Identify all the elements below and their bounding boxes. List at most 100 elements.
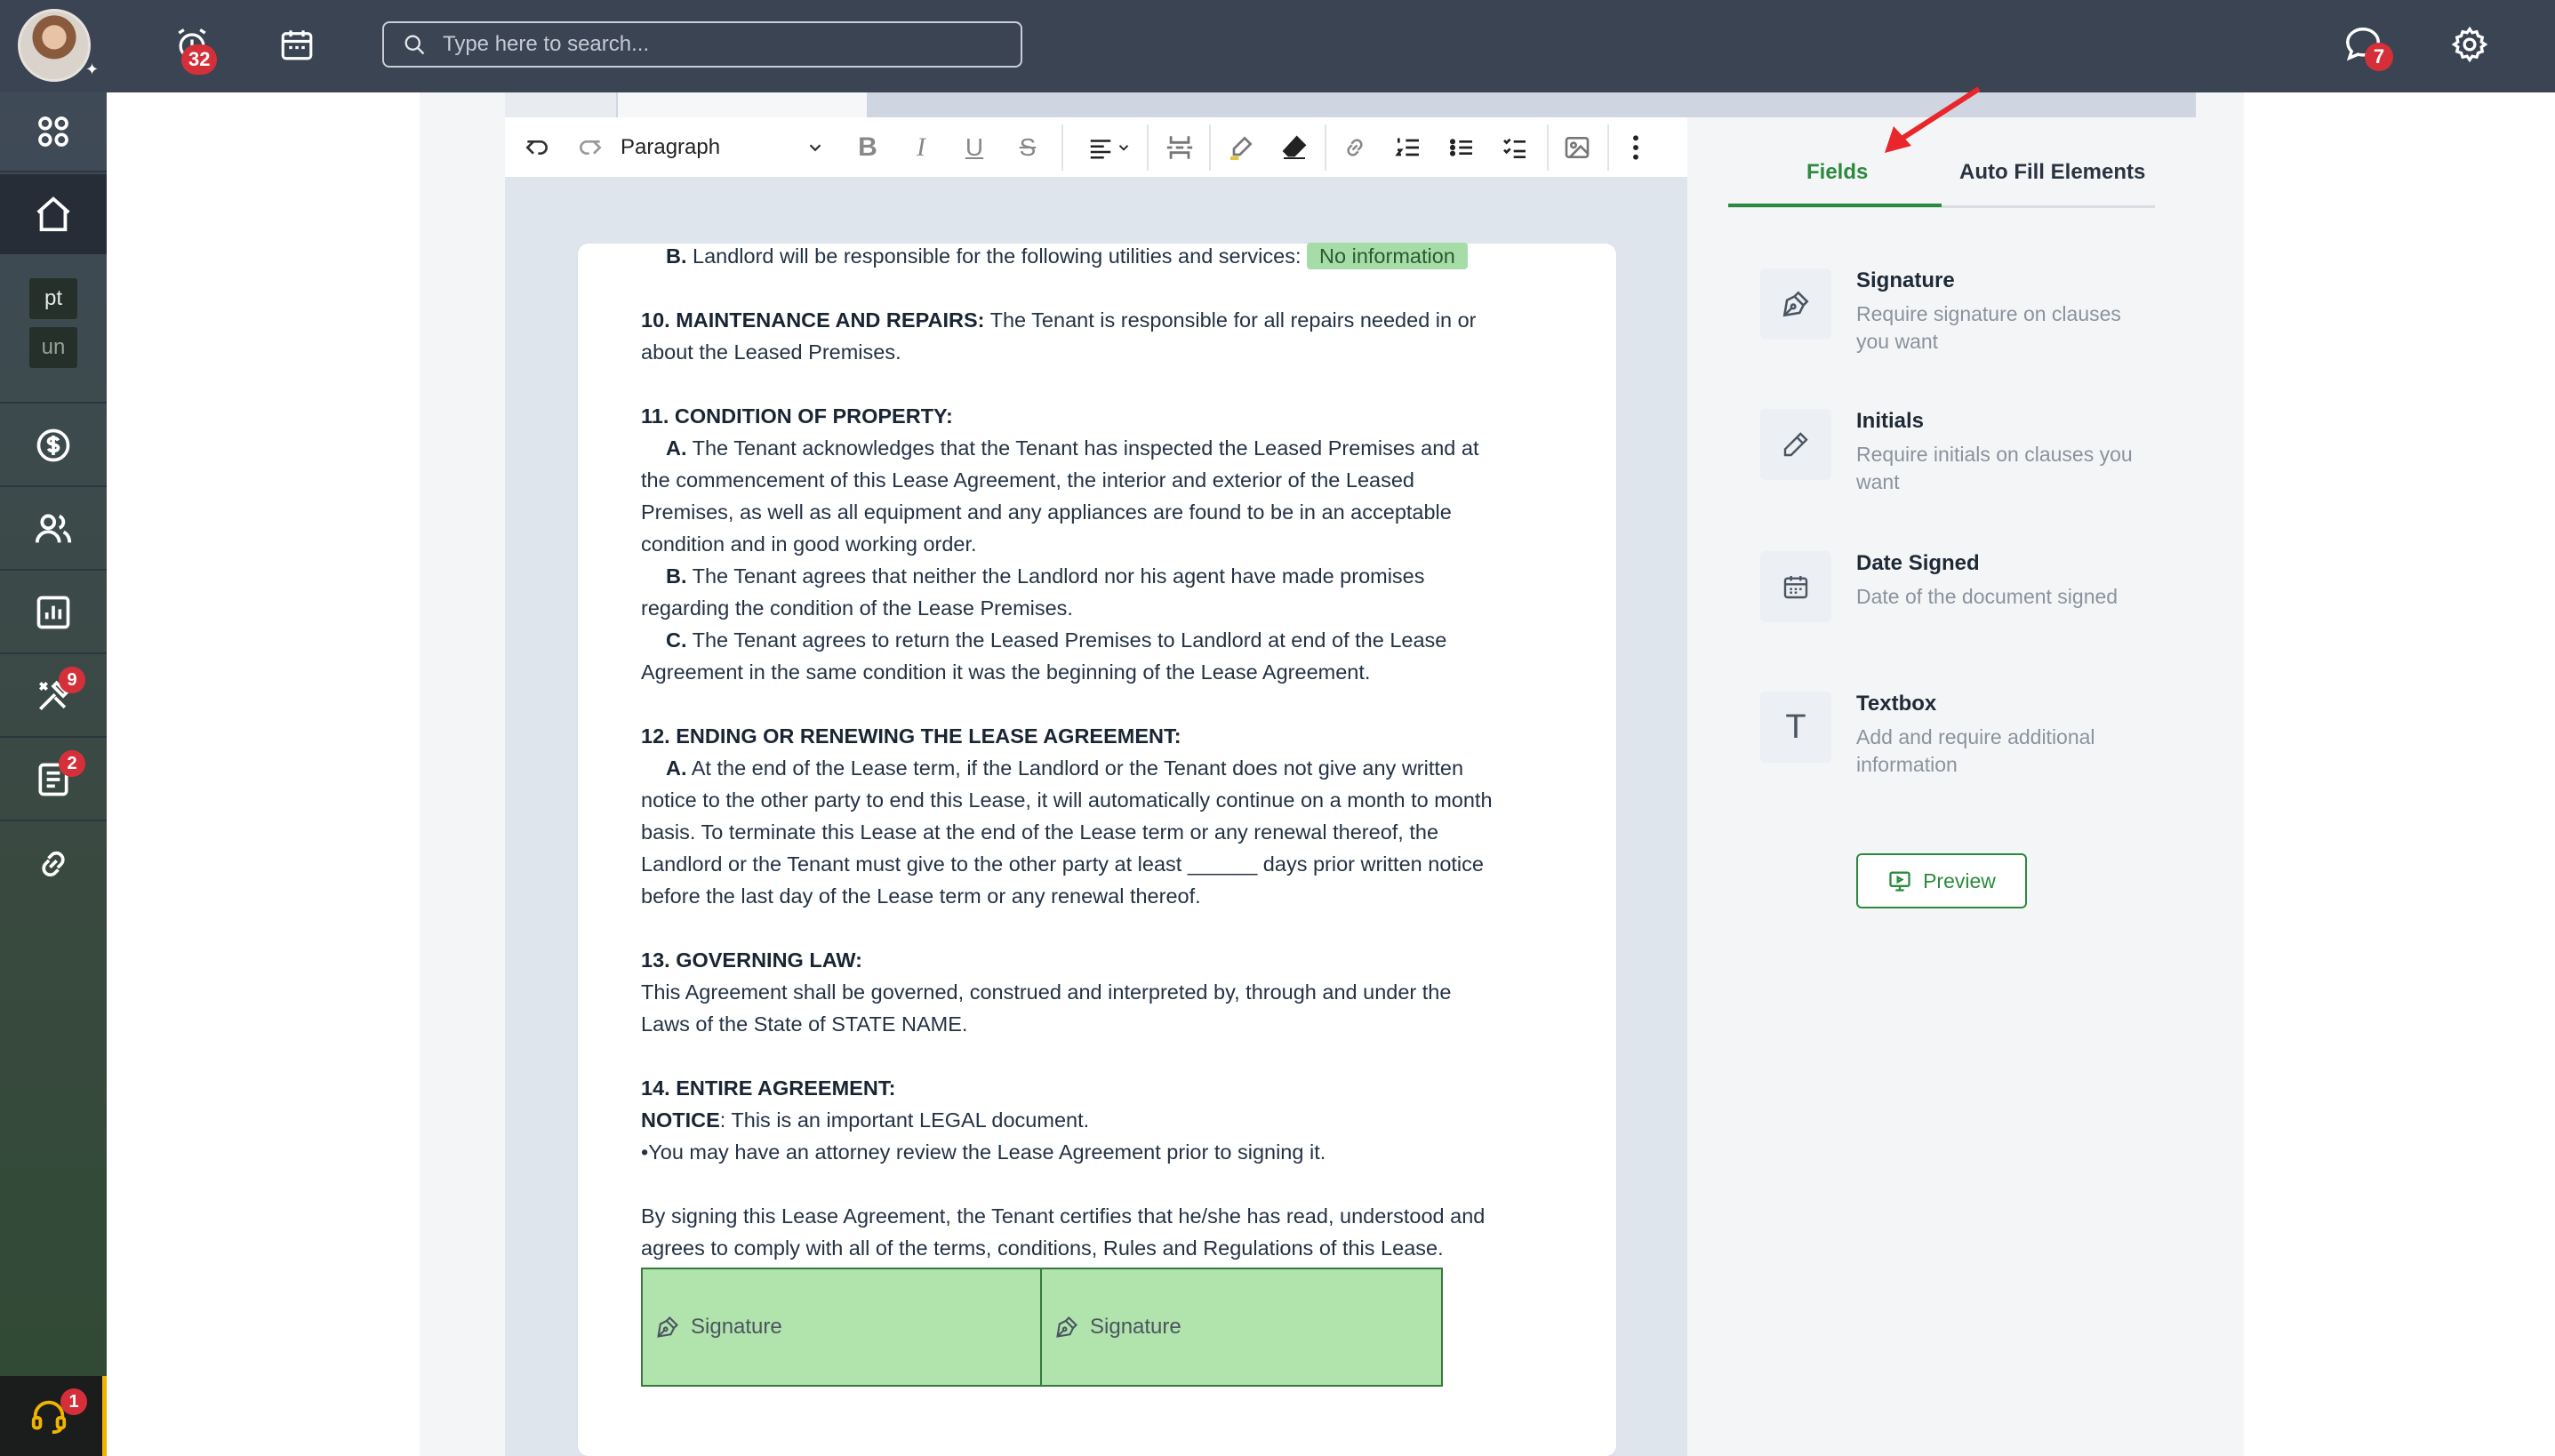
messages-button[interactable]: 7 [2338,20,2393,71]
link-icon [1347,139,1363,156]
monitor-play-icon [1889,871,1910,892]
section-heading: 14. ENTIRE AGREEMENT: [641,1076,896,1100]
sidebar-item-contacts[interactable] [0,489,107,571]
doc-line: condition and in good working order. [641,532,977,556]
search-icon [404,35,425,55]
text-t-icon: T [1760,692,1831,763]
search-input[interactable] [443,32,976,57]
support-button[interactable]: 1 [0,1376,107,1456]
documents-badge: 2 [59,750,85,777]
support-badge: 1 [60,1388,87,1415]
bullet-list-icon [1449,139,1472,156]
strikethrough-icon: S [1019,133,1037,161]
bullet-list-button[interactable] [1442,128,1481,167]
page-break-button[interactable] [1157,128,1202,167]
field-initials[interactable]: Initials Require initials on clauses you… [1760,409,2134,493]
chevron-down-icon [809,144,821,152]
sidebar-tag-un: un [29,327,77,368]
sidebar: pt un 9 2 [0,92,107,1456]
redo-button[interactable] [571,128,610,167]
italic-icon: I [917,132,925,162]
clause-label: A. [666,436,687,460]
image-icon [1565,137,1590,158]
undo-button[interactable] [517,128,557,167]
insert-image-button[interactable] [1558,128,1597,167]
sidebar-item-pt[interactable]: pt [0,274,107,324]
active-tab-indicator [1728,204,1942,207]
more-options-button[interactable] [1620,128,1652,167]
field-title: Textbox [1856,692,1937,716]
document-body[interactable]: B. Landlord will be responsible for the … [641,240,1566,1264]
field-date-signed[interactable]: Date Signed Date of the document signed [1760,551,2134,631]
align-button[interactable] [1077,128,1140,167]
field-title: Date Signed [1856,551,1980,575]
field-description: Require signature on clauses you want [1856,302,2121,353]
undo-icon [525,140,548,155]
doc-line: Landlord or the Tenant must give to the … [641,852,1484,876]
sidebar-item-un[interactable]: un [0,325,107,404]
doc-line: This Agreement shall be governed, constr… [641,980,1452,1004]
doc-line: •You may have an attorney review the Lea… [641,1140,1326,1164]
numbered-list-button[interactable] [1389,128,1428,167]
tools-badge: 9 [59,667,85,693]
signature-field-1[interactable]: Signature [641,1268,1042,1387]
tab-fields[interactable]: Fields [1806,160,1868,185]
tab-auto-fill-elements[interactable]: Auto Fill Elements [1959,160,2145,185]
pen-nib-icon [1760,268,1831,340]
doc-line: basis. To terminate this Lease at the en… [641,820,1439,844]
search-bar[interactable] [382,21,1022,68]
calendar-button[interactable] [272,20,322,69]
doc-line: about the Leased Premises. [641,340,901,364]
calendar-icon [1760,551,1831,622]
user-avatar[interactable] [18,9,91,82]
sidebar-item-reports[interactable] [0,572,107,654]
strikethrough-button[interactable]: S [1010,128,1045,167]
eraser-button[interactable] [1275,128,1314,167]
toolbar-divider [1147,124,1149,171]
calendar-icon [281,30,313,60]
no-information-badge[interactable]: No information [1307,243,1468,269]
clause-label: B. [666,564,687,588]
section-heading: 11. CONDITION OF PROPERTY: [641,404,953,428]
highlighter-icon [1230,136,1253,160]
sidebar-item-finance[interactable] [0,405,107,487]
signature-field-2[interactable]: Signature [1042,1268,1443,1387]
underline-button[interactable]: U [957,128,992,167]
document-tab-active[interactable] [618,92,867,117]
top-bar: ✦ 32 7 [0,0,2555,92]
home-icon [36,196,70,232]
sidebar-item-apps[interactable] [0,92,107,172]
sidebar-item-links[interactable] [0,823,107,905]
highlight-button[interactable] [1221,128,1261,167]
sidebar-item-home[interactable] [0,174,107,254]
doc-line: By signing this Lease Agreement, the Ten… [641,1204,1486,1228]
annotation-arrow-icon [1885,86,1981,153]
document-tab[interactable] [505,92,616,117]
sidebar-item-documents[interactable]: 2 [0,740,107,821]
dollar-coin-icon [36,428,70,462]
chevron-down-icon [1118,145,1129,151]
signature-field-label: Signature [691,1315,782,1339]
reminders-button[interactable]: 32 [167,20,218,75]
settings-button[interactable] [2445,20,2495,69]
doc-line: The Tenant agrees that neither the Landl… [686,564,1425,588]
field-description: Add and require additional information [1856,725,2095,776]
sidebar-item-tools[interactable]: 9 [0,656,107,738]
doc-line: At the end of the Lease term, if the Lan… [686,756,1464,780]
checklist-button[interactable] [1495,128,1534,167]
preview-button[interactable]: Preview [1856,853,2027,908]
clause-label: A. [666,756,687,780]
notice-label: NOTICE [641,1108,720,1132]
paragraph-style-select[interactable]: Paragraph [621,130,825,165]
field-signature[interactable]: Signature Require signature on clauses y… [1760,268,2134,353]
numbered-list-icon [1395,138,1419,156]
link-button[interactable] [1335,128,1374,167]
users-icon [35,514,72,543]
toolbar-divider [1547,124,1549,171]
bold-button[interactable]: B [850,128,885,167]
italic-button[interactable]: I [903,128,939,167]
doc-line: Premises, as well as all equipment and a… [641,500,1452,524]
field-textbox[interactable]: T Textbox Add and require additional inf… [1760,692,2134,776]
messages-badge: 7 [2365,43,2393,71]
underline-icon: U [965,133,984,161]
